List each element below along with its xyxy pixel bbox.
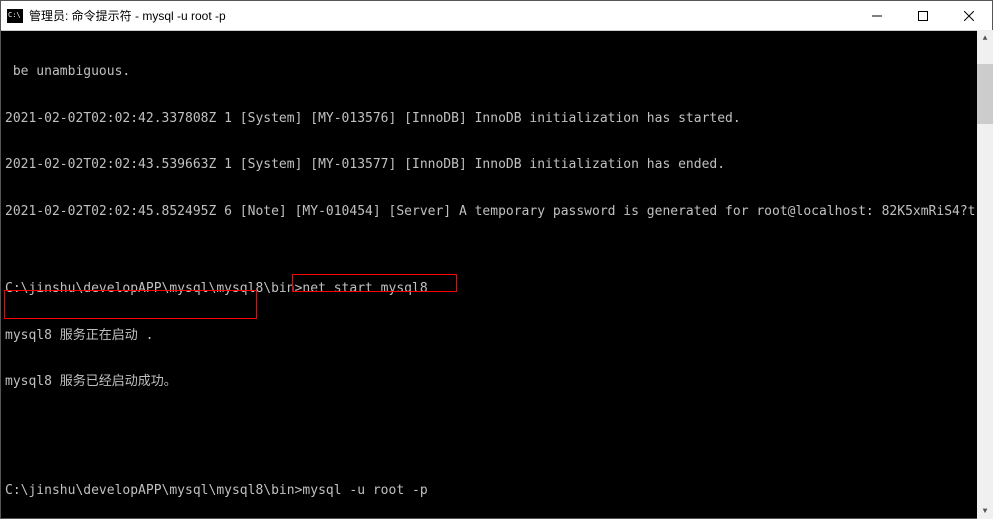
close-icon — [964, 11, 974, 21]
terminal-line: C:\jinshu\developAPP\mysql\mysql8\bin>ne… — [5, 281, 988, 297]
terminal-line: 2021-02-02T02:02:42.337808Z 1 [System] [… — [5, 111, 988, 127]
minimize-icon — [872, 11, 882, 21]
window-title: 管理员: 命令提示符 - mysql -u root -p — [29, 7, 854, 24]
scroll-up-arrow-icon[interactable]: ▲ — [977, 30, 993, 46]
scroll-thumb[interactable] — [977, 64, 993, 124]
maximize-icon — [918, 11, 928, 21]
cmd-icon — [7, 9, 23, 23]
titlebar[interactable]: 管理员: 命令提示符 - mysql -u root -p — [1, 1, 992, 31]
terminal-line: mysql8 服务已经启动成功。 — [5, 374, 988, 390]
close-button[interactable] — [946, 1, 992, 30]
scroll-down-arrow-icon[interactable]: ▼ — [977, 503, 993, 519]
maximize-button[interactable] — [900, 1, 946, 30]
terminal-line: mysql8 服务正在启动 . — [5, 328, 988, 344]
terminal-line: be unambiguous. — [5, 64, 988, 80]
vertical-scrollbar[interactable]: ▲ ▼ — [977, 30, 993, 519]
terminal-area[interactable]: be unambiguous. 2021-02-02T02:02:42.3378… — [1, 31, 992, 518]
minimize-button[interactable] — [854, 1, 900, 30]
terminal-line: C:\jinshu\developAPP\mysql\mysql8\bin>my… — [5, 483, 988, 499]
window-controls — [854, 1, 992, 30]
terminal-line: 2021-02-02T02:02:45.852495Z 6 [Note] [MY… — [5, 204, 988, 220]
terminal-line: 2021-02-02T02:02:43.539663Z 1 [System] [… — [5, 157, 988, 173]
window-frame: 管理员: 命令提示符 - mysql -u root -p be unambig… — [0, 0, 993, 519]
